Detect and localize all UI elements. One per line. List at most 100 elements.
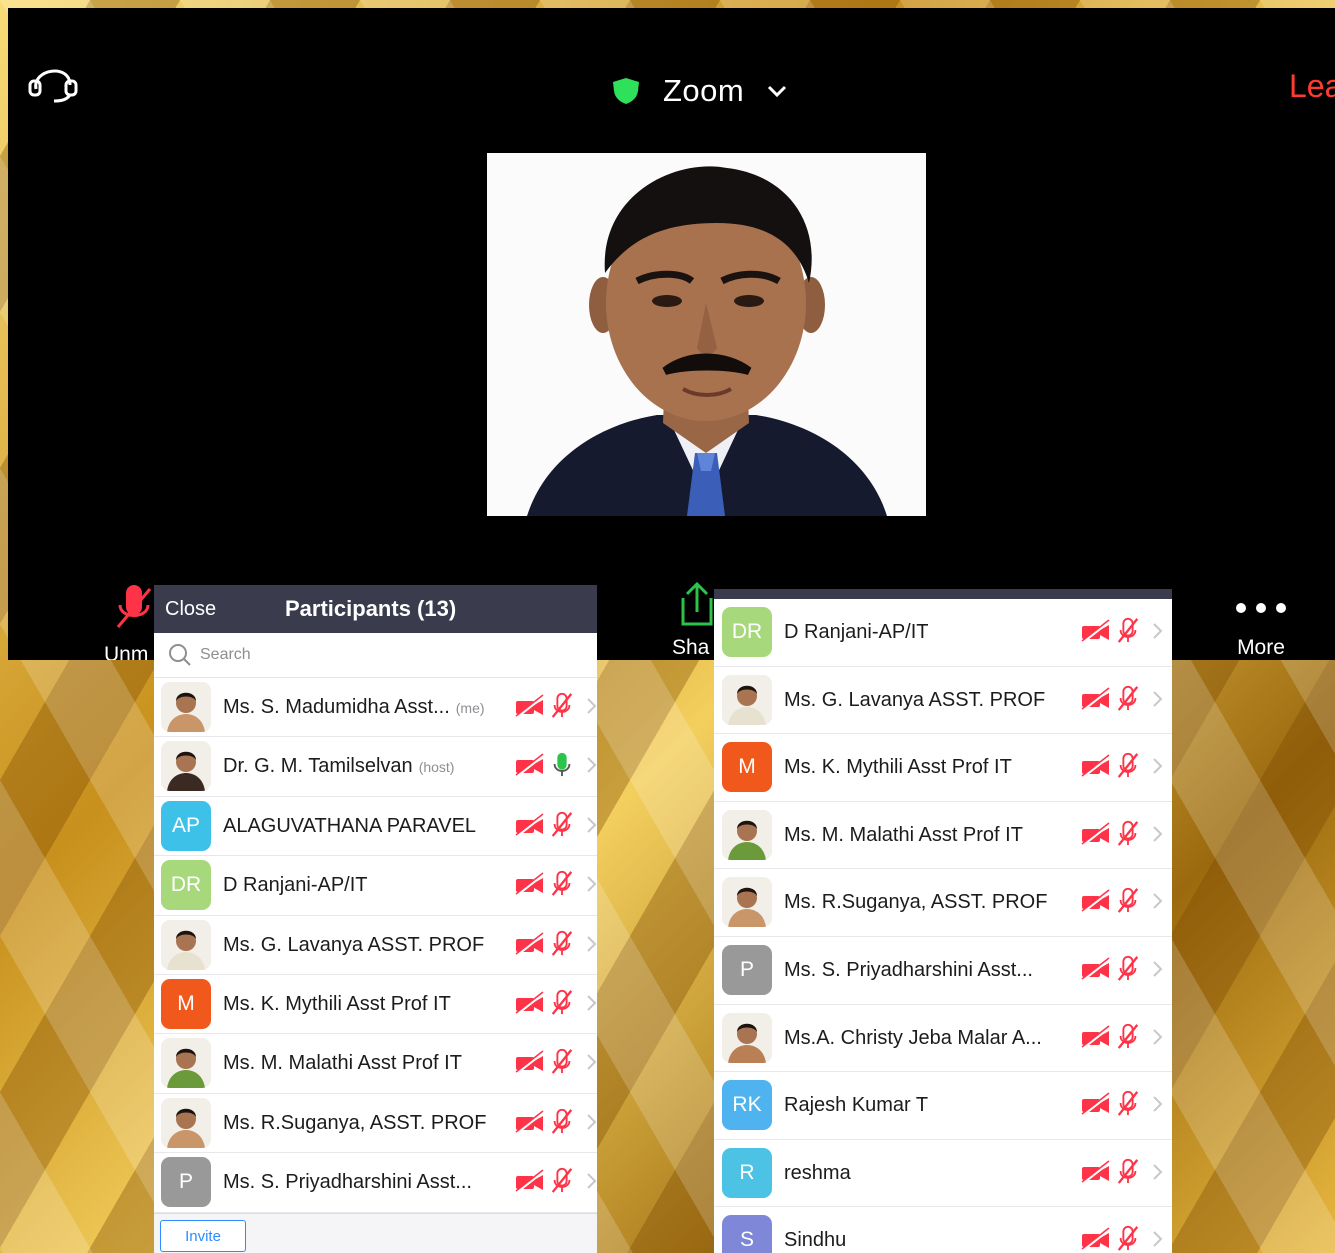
avatar: [161, 1038, 211, 1089]
chevron-right-icon[interactable]: [578, 695, 597, 721]
more-button[interactable]: More: [1226, 598, 1296, 660]
video-off-icon[interactable]: [514, 991, 546, 1017]
mic-muted-icon[interactable]: [1112, 1023, 1144, 1049]
participant-name-text: D Ranjani-AP/IT: [223, 874, 368, 897]
video-off-icon[interactable]: [1080, 1024, 1112, 1051]
participant-name: ALAGUVATHANA PARAVEL: [223, 815, 476, 838]
mic-muted-icon[interactable]: [1112, 1225, 1144, 1252]
participant-tag: (host): [418, 759, 455, 776]
participant-name: Ms. M. Malathi Asst Prof IT: [784, 824, 1023, 847]
participant-row[interactable]: Rreshma: [714, 1140, 1172, 1208]
mic-muted-icon[interactable]: [1112, 685, 1144, 711]
invite-button[interactable]: Invite: [160, 1220, 246, 1252]
panel-footer: Invite: [154, 1213, 597, 1253]
chevron-right-icon[interactable]: [1144, 620, 1172, 646]
participant-row[interactable]: Ms. R.Suganya, ASST. PROF: [154, 1094, 597, 1154]
mic-muted-icon[interactable]: [1112, 617, 1144, 643]
video-off-icon[interactable]: [1080, 754, 1112, 780]
chevron-right-icon[interactable]: [578, 873, 597, 899]
video-off-icon[interactable]: [1080, 619, 1112, 645]
video-off-icon[interactable]: [514, 1110, 546, 1136]
video-off-icon[interactable]: [514, 931, 546, 958]
mic-muted-icon[interactable]: [546, 870, 578, 896]
participants-header: Close Participants (13): [154, 585, 597, 633]
mic-muted-icon[interactable]: [546, 930, 578, 956]
chevron-right-icon[interactable]: [1144, 1026, 1172, 1052]
mic-muted-icon[interactable]: [546, 811, 578, 837]
participant-row[interactable]: DR D Ranjani-AP/IT: [154, 856, 597, 916]
video-off-icon[interactable]: [1080, 1092, 1112, 1118]
video-off-icon[interactable]: [514, 694, 546, 720]
participant-name-text: reshma: [784, 1161, 851, 1184]
video-off-icon[interactable]: [1080, 889, 1112, 915]
chevron-right-icon[interactable]: [578, 754, 597, 780]
search-input[interactable]: Search: [154, 633, 597, 678]
mic-muted-icon[interactable]: [1112, 820, 1144, 846]
chevron-right-icon[interactable]: [1144, 688, 1172, 714]
participant-row[interactable]: Ms. M. Malathi Asst Prof IT: [154, 1034, 597, 1094]
participant-row[interactable]: AP ALAGUVATHANA PARAVEL: [154, 797, 597, 857]
participant-row[interactable]: M Ms. K. Mythili Asst Prof IT: [714, 734, 1172, 802]
chevron-right-icon[interactable]: [1144, 1161, 1172, 1187]
participant-row[interactable]: S Sindhu: [714, 1207, 1172, 1253]
close-button[interactable]: Close: [165, 598, 216, 621]
video-off-icon[interactable]: [1080, 957, 1112, 983]
chevron-right-icon[interactable]: [1144, 890, 1172, 916]
video-off-icon[interactable]: [514, 872, 546, 898]
video-off-icon[interactable]: [1080, 1227, 1112, 1253]
chevron-right-icon[interactable]: [1144, 1093, 1172, 1119]
mic-muted-icon[interactable]: [546, 1108, 578, 1134]
chevron-right-icon[interactable]: [578, 933, 597, 959]
video-off-icon[interactable]: [1080, 822, 1112, 848]
chevron-right-icon[interactable]: [1144, 755, 1172, 781]
mic-on-icon[interactable]: [546, 751, 578, 777]
video-off-icon[interactable]: [514, 753, 546, 779]
mic-muted-icon[interactable]: [546, 1048, 578, 1075]
chevron-right-icon[interactable]: [1144, 823, 1172, 849]
mic-muted-icon[interactable]: [546, 692, 578, 718]
video-off-icon[interactable]: [514, 813, 546, 839]
chevron-right-icon[interactable]: [578, 1051, 597, 1077]
participant-name: Ms. S. Madumidha Asst... (me): [223, 696, 485, 719]
avatar-initials: M: [177, 991, 195, 1015]
participant-row[interactable]: M Ms. K. Mythili Asst Prof IT: [154, 975, 597, 1035]
video-off-icon[interactable]: [514, 1169, 546, 1195]
participant-row[interactable]: Ms.A. Christy Jeba Malar A...: [714, 1005, 1172, 1073]
mic-muted-icon[interactable]: [546, 989, 578, 1015]
participant-row[interactable]: RK Rajesh Kumar T: [714, 1072, 1172, 1140]
video-off-icon[interactable]: [1080, 1160, 1112, 1186]
chevron-right-icon[interactable]: [578, 992, 597, 1018]
mic-muted-icon[interactable]: [1112, 955, 1144, 981]
headset-icon[interactable]: [26, 63, 82, 103]
chevron-right-icon[interactable]: [578, 1170, 597, 1196]
participant-row[interactable]: P Ms. S. Priyadharshini Asst...: [154, 1153, 597, 1213]
mic-muted-icon[interactable]: [1112, 887, 1144, 914]
participant-row[interactable]: Ms. M. Malathi Asst Prof IT: [714, 802, 1172, 870]
mic-muted-icon[interactable]: [1112, 1090, 1144, 1116]
meeting-title-bar[interactable]: Zoom: [611, 66, 788, 116]
participant-row[interactable]: Dr. G. M. Tamilselvan (host): [154, 737, 597, 797]
chevron-right-icon[interactable]: [1144, 958, 1172, 984]
video-off-icon[interactable]: [1080, 687, 1112, 713]
chevron-right-icon[interactable]: [1144, 1228, 1172, 1253]
mic-muted-icon[interactable]: [546, 1167, 578, 1193]
participant-row[interactable]: Ms. S. Madumidha Asst... (me): [154, 678, 597, 738]
participant-row[interactable]: DR D Ranjani-AP/IT: [714, 599, 1172, 667]
avatar: P: [722, 944, 772, 995]
speaker-photo: [487, 153, 926, 516]
mic-muted-icon[interactable]: [1112, 752, 1144, 778]
participant-row[interactable]: Ms. G. Lavanya ASST. PROF: [714, 667, 1172, 735]
participant-name-text: D Ranjani-AP/IT: [784, 621, 929, 643]
search-icon: [169, 644, 191, 666]
participant-row[interactable]: P Ms. S. Priyadharshini Asst...: [714, 937, 1172, 1005]
shield-icon: [613, 78, 639, 104]
participant-row[interactable]: Ms. G. Lavanya ASST. PROF: [154, 916, 597, 975]
video-off-icon[interactable]: [514, 1050, 546, 1076]
avatar: [161, 682, 211, 732]
mic-muted-icon[interactable]: [1112, 1158, 1144, 1184]
chevron-right-icon[interactable]: [578, 1111, 597, 1137]
chevron-down-icon[interactable]: [766, 84, 788, 98]
chevron-right-icon[interactable]: [578, 814, 597, 840]
leave-button[interactable]: Lea: [1289, 68, 1335, 105]
participant-row[interactable]: Ms. R.Suganya, ASST. PROF: [714, 869, 1172, 937]
